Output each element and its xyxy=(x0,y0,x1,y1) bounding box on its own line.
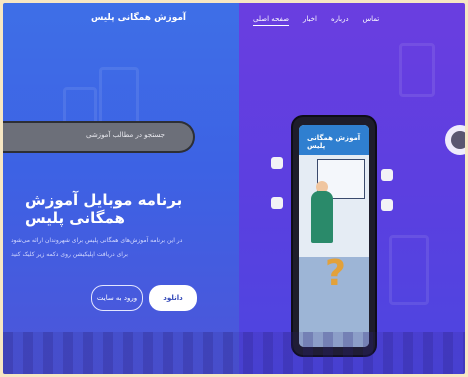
search-placeholder: جستجو در مطالب آموزشی xyxy=(85,131,165,139)
decorative-box xyxy=(389,235,429,305)
nav-item-contact[interactable]: تماس xyxy=(363,15,380,26)
nav-item-news[interactable]: اخبار xyxy=(303,15,317,26)
floating-app-icon xyxy=(271,197,283,209)
crowd-silhouette-decoration xyxy=(3,332,465,374)
nav-item-about[interactable]: درباره xyxy=(331,15,349,26)
phone-screen: آموزش همگانی پلیس ? xyxy=(299,125,369,347)
hero-description-line2: برای دریافت اپلیکیشن روی دکمه زیر کلیک ک… xyxy=(11,251,128,258)
search-bar[interactable]: جستجو در مطالب آموزشی xyxy=(3,121,195,153)
top-nav: صفحه اصلی اخبار درباره تماس xyxy=(253,15,379,26)
floating-app-icon xyxy=(381,169,393,181)
left-panel: آموزش همگانی پلیس جستجو در مطالب آموزشی … xyxy=(3,3,239,374)
hero-headline: برنامه موبایل آموزش همگانی پلیس xyxy=(25,191,183,227)
decorative-box xyxy=(399,43,435,97)
floating-app-icon xyxy=(271,157,283,169)
screen-person-illustration xyxy=(311,191,333,243)
site-login-button[interactable]: ورود به سایت xyxy=(91,285,143,311)
floating-app-icon xyxy=(381,199,393,211)
hero-description-line1: در این برنامه آموزش‌های همگانی پلیس برای… xyxy=(11,237,183,244)
site-title: آموزش همگانی پلیس xyxy=(91,13,186,23)
page-frame: آموزش همگانی پلیس جستجو در مطالب آموزشی … xyxy=(3,3,465,374)
question-mark-icon: ? xyxy=(325,253,346,294)
nav-item-home[interactable]: صفحه اصلی xyxy=(253,15,290,26)
download-button[interactable]: دانلود xyxy=(149,285,197,311)
phone-screen-header: آموزش همگانی پلیس xyxy=(299,125,369,155)
phone-screen-title: آموزش همگانی پلیس xyxy=(307,134,361,150)
phone-mockup: آموزش همگانی پلیس ? xyxy=(293,117,375,355)
arrow-next-inner xyxy=(451,131,465,149)
